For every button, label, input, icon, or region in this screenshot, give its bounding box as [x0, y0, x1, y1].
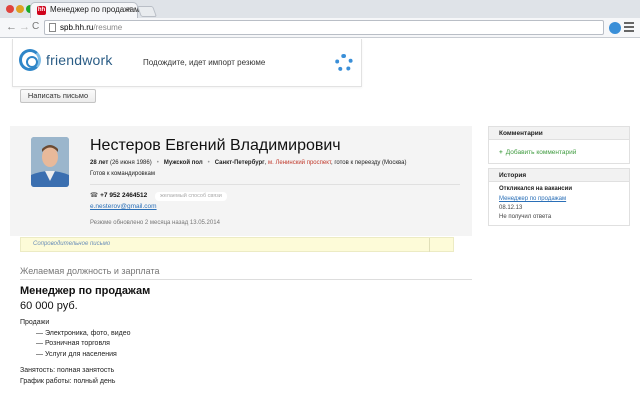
section-title: Желаемая должность и зарплата	[20, 266, 160, 276]
import-status: Подождите, идет импорт резюме	[143, 58, 266, 67]
back-arrow-icon[interactable]: ←	[6, 21, 17, 33]
write-letter-button[interactable]: Написать письмо	[20, 89, 96, 103]
work-schedule: График работы: полный день	[20, 378, 116, 385]
specialization-group: Продажи	[20, 319, 50, 326]
history-panel: История Откликался на вакансии Менеджер …	[488, 168, 630, 226]
browser-tab[interactable]: hh Менеджер по продажам ×	[30, 2, 140, 18]
cover-letter-bar[interactable]: Сопроводительное письмо	[20, 237, 454, 252]
resume-updated: Резюме обновлено 2 месяца назад 13.05.20…	[90, 220, 220, 226]
page-icon	[49, 23, 56, 32]
list-item: — Электроника, фото, видео	[36, 329, 131, 337]
history-title: История	[489, 169, 629, 182]
friendwork-logo-text: friendwork	[46, 52, 113, 68]
employment-info: Занятость: полная занятость График работ…	[20, 365, 115, 387]
url-text: spb.hh.ru/resume	[60, 23, 123, 32]
employment-type: Занятость: полная занятость	[20, 367, 115, 374]
history-label: Откликался на вакансии	[499, 186, 573, 192]
friendwork-logo-icon	[19, 49, 41, 71]
comments-panel: Комментарии + Добавить комментарий	[488, 126, 630, 164]
history-status: Не получил ответа	[499, 214, 552, 220]
forward-arrow-icon[interactable]: →	[19, 21, 30, 33]
comments-title: Комментарии	[489, 127, 629, 140]
close-window-icon[interactable]	[6, 5, 14, 13]
candidate-name: Нестеров Евгений Владимирович	[90, 137, 341, 154]
browser-menu-icon[interactable]	[624, 22, 634, 32]
plus-icon: +	[499, 149, 503, 156]
position-title: Менеджер по продажам	[20, 285, 151, 297]
tab-close-icon[interactable]: ×	[127, 4, 132, 14]
email-link[interactable]: e.nesterov@gmail.com	[90, 203, 157, 210]
phone-number[interactable]: +7 952 2464512	[100, 192, 147, 199]
browser-toolbar: ← → C spb.hh.ru/resume	[0, 18, 640, 38]
resume-header-card: Нестеров Евгений Владимирович 28 лет (26…	[10, 126, 472, 236]
browser-tabstrip: hh Менеджер по продажам ×	[0, 0, 640, 18]
extension-icon[interactable]	[609, 22, 621, 34]
preferred-contact-badge: желаемый способ связи	[155, 192, 227, 201]
avatar	[31, 137, 69, 187]
cover-letter-link[interactable]: Сопроводительное письмо	[33, 241, 110, 247]
list-item: — Услуги для населения	[36, 350, 117, 358]
new-tab-button[interactable]	[136, 6, 158, 17]
address-bar[interactable]: spb.hh.ru/resume	[44, 20, 604, 35]
history-date: 08.12.13	[499, 205, 523, 211]
list-item: — Розничная торговля	[36, 340, 110, 347]
history-vacancy-link[interactable]: Менеджер по продажам	[499, 196, 566, 202]
hh-favicon-icon: hh	[37, 6, 46, 15]
salary: 60 000 руб.	[20, 300, 78, 312]
specializations: Продажи — Электроника, фото, видео — Роз…	[20, 318, 131, 360]
phone-icon: ☎	[90, 192, 99, 199]
business-trips: Готов к командировкам	[90, 171, 155, 177]
phone-row: ☎ +7 952 2464512 желаемый способ связи	[90, 191, 227, 201]
reload-icon[interactable]: C	[32, 21, 39, 32]
candidate-info: 28 лет (26 июня 1986) • Мужской пол • Санкт-…	[90, 160, 407, 166]
loading-spinner-icon	[335, 54, 353, 72]
import-banner: friendwork Подождите, идет импорт резюме	[12, 39, 362, 87]
divider	[429, 238, 430, 252]
add-comment-link[interactable]: + Добавить комментарий	[499, 149, 576, 156]
minimize-window-icon[interactable]	[16, 5, 24, 13]
divider	[90, 184, 460, 185]
divider	[20, 279, 472, 280]
